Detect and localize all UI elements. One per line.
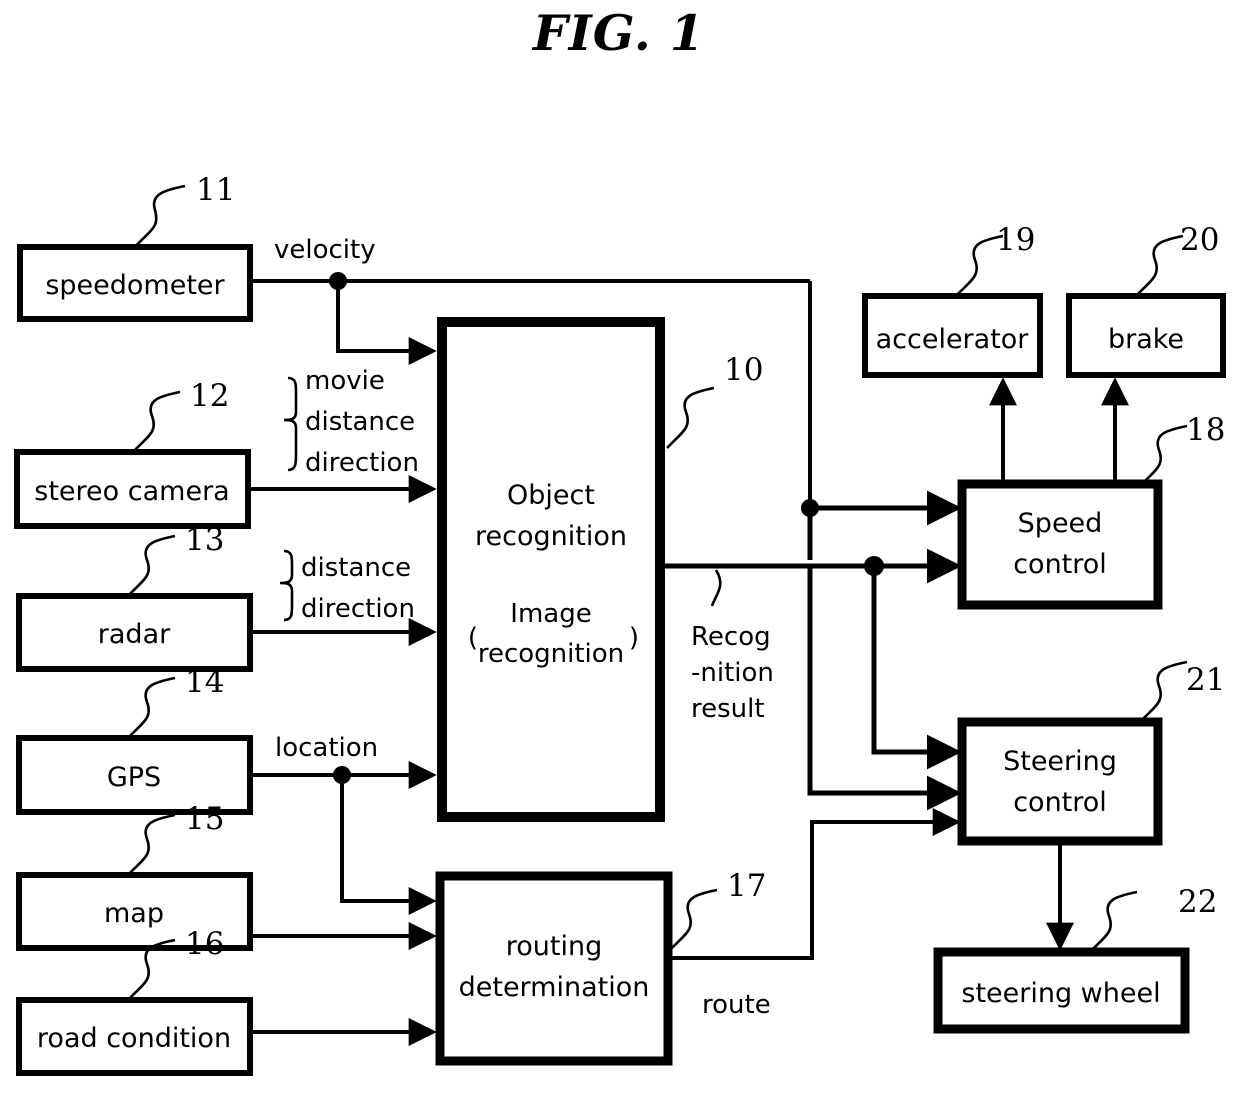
block-object-recognition-label-line2: recognition [475,521,627,552]
block-map-label: map [104,898,164,929]
ref-20-number: 20 [1180,222,1219,258]
block-routing-determination-label-line1: routing [506,931,602,962]
signal-label-recognition-result: Recog -nition result [691,569,774,724]
ref-13: 13 [127,522,224,597]
ref-12-number: 12 [190,378,229,414]
block-steering-control[interactable]: Steering control [957,717,1163,846]
ref-15-number: 15 [185,801,224,837]
ref-10-number: 10 [724,352,763,388]
wire-gps-location [250,761,437,915]
signal-label-radar-distance: distance [301,553,411,583]
ref-22: 22 [1089,884,1217,953]
signal-label-movie: movie [305,366,385,396]
ref-20: 20 [1135,222,1219,297]
ref-16-number: 16 [185,926,224,962]
block-road-condition[interactable]: road condition [16,997,253,1076]
ref-22-number: 22 [1178,884,1217,920]
block-road-condition-label: road condition [37,1023,231,1054]
junction-dot-recog-lower [864,556,884,576]
signal-label-recog-line3: result [691,694,765,724]
signal-label-location: location [275,733,378,763]
ref-12: 12 [132,378,229,453]
block-object-recognition[interactable]: Object recognition Image recognition ( ) [437,317,665,822]
signal-label-route: route [702,990,771,1020]
block-accelerator-label: accelerator [876,324,1030,355]
ref-11: 11 [134,172,235,248]
ref-11-number: 11 [196,172,235,208]
block-accelerator[interactable]: accelerator [862,293,1043,378]
signal-label-recog-line2: -nition [691,658,774,688]
signal-label-camera-direction: direction [305,448,419,478]
ref-14-number: 14 [185,664,224,700]
ref-21-number: 21 [1186,662,1225,698]
block-steering-control-label-line1: Steering [1003,746,1117,777]
block-steering-wheel[interactable]: steering wheel [933,947,1190,1034]
brace-radar-group: distance direction [279,549,415,624]
ref-17-number: 17 [727,868,766,904]
image-recognition-paren-close: ) [629,623,639,653]
block-speed-control[interactable]: Speed control [957,479,1163,610]
block-radar[interactable]: radar [16,593,253,672]
signal-label-velocity: velocity [274,235,376,265]
figure-title: FIG. 1 [531,4,705,62]
signal-label-radar-direction: direction [301,594,415,624]
block-object-recognition-label-line1: Object [507,480,595,511]
junction-dot-recog-upper [801,499,819,517]
block-speed-control-label-line1: Speed [1018,508,1103,539]
block-diagram: FIG. 1 speedometer 11 stereo camera 12 r… [14,4,1226,1076]
block-routing-determination[interactable]: routing determination [435,871,673,1066]
block-speedometer-label: speedometer [45,270,225,301]
ref-19-number: 19 [996,222,1035,258]
block-steering-control-label-line2: control [1013,787,1107,818]
ref-21: 21 [1139,660,1225,723]
block-gps-label: GPS [107,762,161,793]
block-image-recognition-label-line2: recognition [478,639,624,669]
block-stereo-camera[interactable]: stereo camera [14,449,251,529]
ref-17: 17 [669,868,766,951]
junction-dot-location [333,766,351,784]
ref-18-number: 18 [1186,412,1225,448]
block-speed-control-label-line2: control [1013,549,1107,580]
ref-10: 10 [666,352,763,449]
ref-18: 18 [1139,412,1225,487]
brace-camera-group: movie distance direction [283,366,419,478]
signal-label-recog-line1: Recog [691,622,771,652]
signal-label-camera-distance: distance [305,407,415,437]
figure-canvas: FIG. 1 speedometer 11 stereo camera 12 r… [0,0,1239,1098]
block-speedometer[interactable]: speedometer [17,244,253,322]
block-brake-label: brake [1108,324,1184,355]
junction-dot-velocity [329,272,347,290]
block-image-recognition-label-line1: Image [510,599,591,629]
block-radar-label: radar [98,619,171,650]
ref-13-number: 13 [185,522,224,558]
block-brake[interactable]: brake [1066,293,1226,378]
ref-19: 19 [955,222,1035,297]
image-recognition-paren-open: ( [468,623,478,653]
block-stereo-camera-label: stereo camera [34,476,229,507]
ref-14: 14 [127,664,224,739]
block-steering-wheel-label: steering wheel [961,978,1160,1009]
block-routing-determination-label-line2: determination [459,972,650,1003]
